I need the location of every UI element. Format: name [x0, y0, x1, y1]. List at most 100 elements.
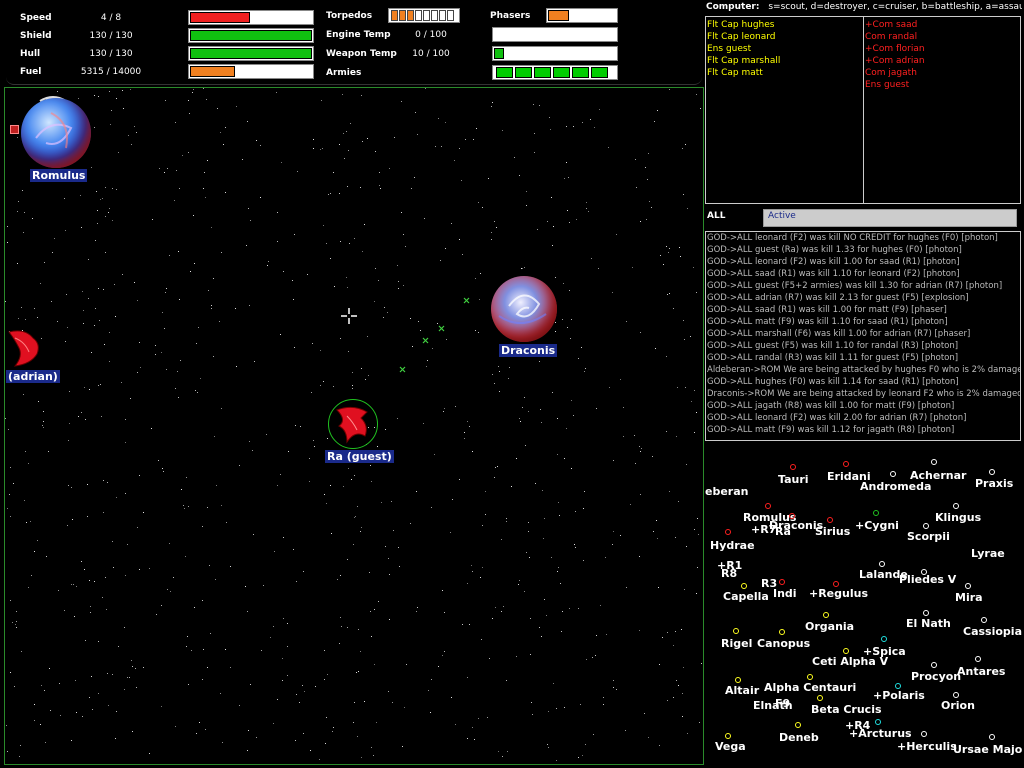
galaxy-planet-label[interactable]: Indi	[773, 587, 797, 600]
galaxy-planet-label[interactable]: Hydrae	[710, 539, 755, 552]
message-line: GOD->ALL marshall (F6) was kill 1.00 for…	[707, 329, 971, 339]
galaxy-planet-label[interactable]: Ra	[775, 525, 791, 538]
player-entry[interactable]: Com randal	[865, 31, 925, 43]
player-entry[interactable]: Ens guest	[707, 43, 780, 55]
galaxy-planet-marker	[823, 612, 829, 618]
galaxy-planet-label[interactable]: Canopus	[757, 637, 810, 650]
galaxy-planet-marker	[807, 674, 813, 680]
army-slot	[553, 67, 570, 78]
galaxy-planet-label[interactable]: Ursae Major	[953, 743, 1023, 756]
player-entry[interactable]: Flt Cap matt	[707, 67, 780, 79]
galaxy-planet-label[interactable]: +Herculis	[897, 740, 957, 753]
galaxy-planet-marker	[879, 561, 885, 567]
galaxy-planet-label[interactable]: Altair	[725, 684, 759, 697]
galaxy-planet-label[interactable]: Praxis	[975, 477, 1013, 490]
galaxy-planet-marker	[953, 503, 959, 509]
army-slot	[515, 67, 532, 78]
message-line: Draconis->ROM We are being attacked by l…	[707, 389, 1021, 399]
fuel-label: Fuel	[20, 67, 42, 77]
galaxy-planet-marker	[953, 692, 959, 698]
torpedo-slot	[407, 10, 414, 21]
message-input[interactable]: Active	[763, 209, 1017, 227]
federation-player-list: Flt Cap hughes Flt Cap leonard Ens guest Fl…	[707, 19, 780, 79]
galaxy-planet-label[interactable]: Sirius	[815, 525, 850, 538]
message-bar: ALL Active	[705, 209, 1023, 229]
galaxy-planet-label[interactable]: Rigel	[721, 637, 752, 650]
galaxy-planet-marker	[790, 464, 796, 470]
galaxy-planet-label[interactable]: +Regulus	[809, 587, 868, 600]
galaxy-map[interactable]: eberan Tauri Eridani Achernar Andromeda Praxi…	[705, 455, 1023, 767]
galaxy-planet-marker	[735, 677, 741, 683]
player-list-divider	[863, 17, 864, 203]
shield-bar-fill	[190, 30, 312, 41]
galaxy-planet-label[interactable]: Alpha Centauri	[764, 681, 856, 694]
galaxy-planet-label[interactable]: Klingus	[935, 511, 981, 524]
galaxy-planet-label[interactable]: Beta Crucis	[811, 703, 882, 716]
player-entry[interactable]: Flt Cap marshall	[707, 55, 780, 67]
galaxy-planet-label[interactable]: Andromeda	[860, 480, 931, 493]
torpedo-icon	[399, 366, 406, 373]
galaxy-planet-label[interactable]: eberan	[705, 485, 748, 498]
galaxy-planet-marker	[923, 523, 929, 529]
computer-header: Computer: s=scout, d=destroyer, c=cruise…	[706, 2, 1022, 12]
galaxy-planet-label[interactable]: Cassiopia	[963, 625, 1022, 638]
galaxy-planet-label[interactable]: Ceti Alpha V	[812, 655, 888, 668]
message-line: GOD->ALL jagath (R8) was kill 1.00 for m…	[707, 401, 955, 411]
speed-bar	[188, 10, 314, 25]
galaxy-planet-label[interactable]: Lyrae	[971, 547, 1005, 560]
tactical-map[interactable]: Romulus Draconis (adrian) Ra (guest)	[4, 87, 704, 765]
galaxy-planet-label[interactable]: Deneb	[779, 731, 819, 744]
player-entry[interactable]: Com jagath	[865, 67, 925, 79]
galaxy-planet-label[interactable]: +Polaris	[873, 689, 925, 702]
player-entry[interactable]: Flt Cap leonard	[707, 31, 780, 43]
torpedo-slot	[391, 10, 398, 21]
galaxy-planet-label[interactable]: Procyon	[911, 670, 961, 683]
player-list: Flt Cap hughes Flt Cap leonard Ens guest Fl…	[705, 16, 1021, 204]
galaxy-planet-label[interactable]: Orion	[941, 699, 975, 712]
player-entry[interactable]: Flt Cap hughes	[707, 19, 780, 31]
player-entry[interactable]: +Com adrian	[865, 55, 925, 67]
galaxy-planet-label[interactable]: Pliedes V	[899, 573, 956, 586]
galaxy-planet-label[interactable]: Organia	[805, 620, 854, 633]
galaxy-planet-label[interactable]: +Arcturus	[849, 727, 912, 740]
speed-value: 4 / 8	[100, 13, 122, 23]
ship-status-panel: Speed 4 / 8 Shield 130 / 130 Hull 130 / …	[6, 3, 702, 85]
phasers-bar	[546, 8, 618, 23]
torpedo-slot	[447, 10, 454, 21]
galaxy-planet-marker	[881, 636, 887, 642]
galaxy-planet-label[interactable]: El Nath	[906, 617, 951, 630]
engine-temp-bar	[492, 27, 618, 42]
message-log[interactable]: GOD->ALL leonard (F2) was kill NO CREDIT…	[705, 231, 1021, 441]
message-line: GOD->ALL leonard (F2) was kill 2.00 for …	[707, 413, 967, 423]
message-line: GOD->ALL matt (F9) was kill 1.12 for jag…	[707, 425, 955, 435]
galaxy-planet-marker	[725, 733, 731, 739]
galaxy-planet-label[interactable]: F9	[775, 697, 790, 710]
crosshair-cursor-icon	[341, 308, 357, 328]
player-entry[interactable]: +Com saad	[865, 19, 925, 31]
fuel-bar	[188, 64, 314, 79]
torpedo-slot	[399, 10, 406, 21]
galaxy-planet-label[interactable]: Vega	[715, 740, 746, 753]
message-line: GOD->ALL saad (R1) was kill 1.00 for mat…	[707, 305, 947, 315]
computer-help-text: s=scout, d=destroyer, c=cruiser, b=battl…	[768, 2, 1022, 12]
phasers-bar-fill	[548, 10, 570, 21]
galaxy-planet-label[interactable]: Antares	[957, 665, 1005, 678]
message-line: GOD->ALL hughes (F0) was kill 1.14 for s…	[707, 377, 959, 387]
galaxy-planet-marker	[965, 583, 971, 589]
galaxy-planet-label[interactable]: Capella	[723, 590, 769, 603]
galaxy-planet-label[interactable]: +Cygni	[855, 519, 899, 532]
hull-label: Hull	[20, 49, 41, 59]
galaxy-planet-label[interactable]: Tauri	[778, 473, 809, 486]
galaxy-planet-marker	[843, 461, 849, 467]
message-line: GOD->ALL adrian (R7) was kill 2.13 for g…	[707, 293, 969, 303]
galaxy-planet-label[interactable]: R8	[721, 567, 737, 580]
player-entry[interactable]: Ens guest	[865, 79, 925, 91]
player-entry[interactable]: +Com florian	[865, 43, 925, 55]
message-line: GOD->ALL saad (R1) was kill 1.10 for leo…	[707, 269, 960, 279]
galaxy-planet-label[interactable]: Scorpii	[907, 530, 950, 543]
galaxy-planet-label[interactable]: Mira	[955, 591, 983, 604]
galaxy-planet-marker	[817, 695, 823, 701]
galaxy-planet-marker	[843, 648, 849, 654]
fuel-bar-fill	[190, 66, 236, 77]
message-line: Aldeberan->ROM We are being attacked by …	[707, 365, 1021, 375]
